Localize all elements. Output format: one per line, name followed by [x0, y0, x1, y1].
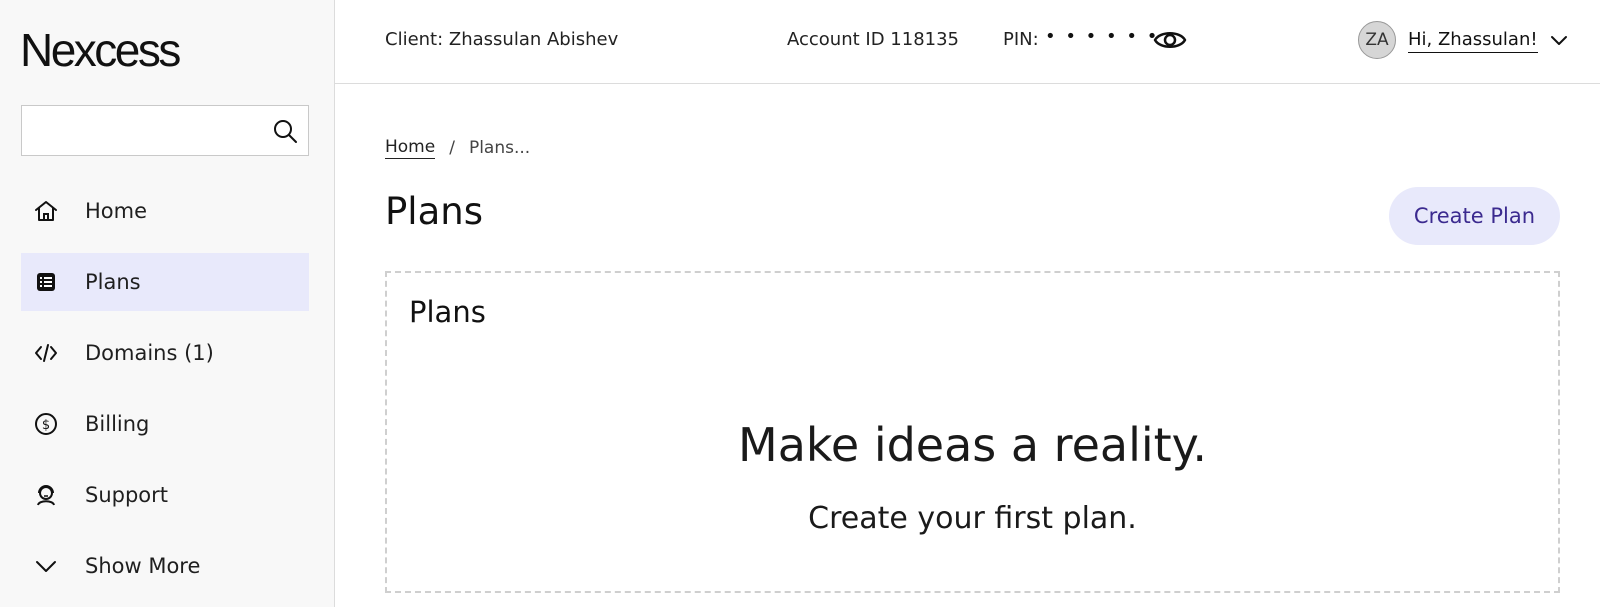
sidebar-item-label: Domains (1) — [85, 341, 214, 365]
sidebar-item-billing[interactable]: $ Billing — [21, 395, 309, 453]
sidebar-nav: Home Plans Domains (1) $ Billing Support… — [21, 182, 309, 607]
sidebar-item-domains[interactable]: Domains (1) — [21, 324, 309, 382]
pin-masked-value: • • • • • • — [1045, 26, 1160, 47]
breadcrumb-current: Plans... — [468, 137, 531, 158]
support-icon — [33, 482, 59, 508]
sidebar: Nexcess Home Plans Domains (1) $ Billing… — [0, 0, 335, 607]
client-name: Client: Zhassulan Abishev — [385, 29, 619, 50]
search-input[interactable] — [22, 106, 262, 155]
sidebar-item-home[interactable]: Home — [21, 182, 309, 240]
sidebar-item-label: Plans — [85, 270, 141, 294]
sidebar-item-label: Show More — [85, 554, 201, 578]
breadcrumb-separator: / — [449, 137, 455, 158]
code-icon — [33, 340, 59, 366]
chevron-down-icon — [33, 553, 59, 579]
breadcrumb: Home / Plans... — [385, 136, 530, 159]
list-icon — [33, 269, 59, 295]
create-plan-button[interactable]: Create Plan — [1389, 187, 1560, 245]
search-icon[interactable] — [272, 118, 298, 144]
page-title: Plans — [385, 190, 483, 233]
account-id: Account ID 118135 — [787, 29, 960, 50]
sidebar-item-show-more[interactable]: Show More — [21, 537, 309, 595]
svg-text:$: $ — [42, 418, 50, 433]
home-icon — [33, 198, 59, 224]
eye-icon[interactable] — [1153, 24, 1187, 56]
search-box — [21, 105, 309, 156]
sidebar-item-label: Billing — [85, 412, 150, 436]
empty-state-title: Make ideas a reality. — [738, 418, 1207, 472]
chevron-down-icon[interactable] — [1548, 30, 1570, 52]
top-header: Client: Zhassulan Abishev Account ID 118… — [335, 0, 1600, 84]
sidebar-item-label: Home — [85, 199, 148, 223]
breadcrumb-home-link[interactable]: Home — [385, 136, 436, 159]
plans-panel: Plans Make ideas a reality. Create your … — [385, 271, 1560, 593]
pin-label: PIN: — [1003, 29, 1039, 50]
user-menu-link[interactable]: Hi, Zhassulan! — [1408, 28, 1538, 53]
sidebar-item-label: Support — [85, 483, 169, 507]
nexcess-logo[interactable]: Nexcess — [20, 22, 181, 78]
app-root: Nexcess Home Plans Domains (1) $ Billing… — [0, 0, 1600, 607]
panel-title: Plans — [409, 295, 486, 329]
sidebar-item-support[interactable]: Support — [21, 466, 309, 524]
avatar[interactable]: ZA — [1358, 21, 1396, 59]
empty-state-subtitle: Create your first plan. — [808, 501, 1137, 536]
dollar-icon: $ — [33, 411, 59, 437]
sidebar-item-plans[interactable]: Plans — [21, 253, 309, 311]
